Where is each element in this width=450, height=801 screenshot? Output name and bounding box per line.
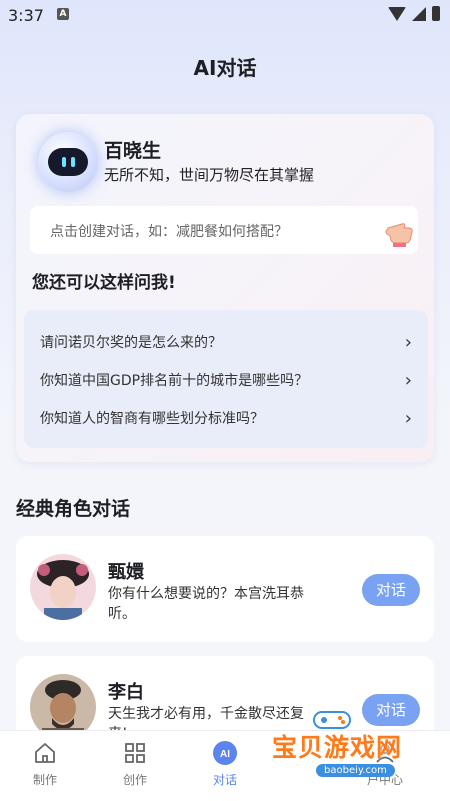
suggestion-text: 你知道中国GDP排名前十的城市是哪些吗？ — [40, 373, 309, 389]
suggestion-item[interactable]: 你知道人的智商有哪些划分标准吗？ › — [40, 400, 412, 436]
pointing-hand-icon — [385, 223, 413, 247]
signal-icon — [412, 6, 426, 21]
tab-chat[interactable]: AI 对话 — [190, 739, 260, 788]
bot-name: 百晓生 — [104, 140, 162, 162]
home-icon — [35, 743, 55, 763]
bot-avatar — [38, 132, 98, 192]
role-name: 李白 — [108, 682, 144, 703]
system-icons — [388, 6, 440, 21]
watermark: 宝贝游戏网 baobeiy.com — [272, 706, 448, 796]
chevron-right-icon: › — [404, 407, 412, 429]
suggestion-text: 你知道人的智商有哪些划分标准吗？ — [40, 411, 264, 427]
suggestion-item[interactable]: 你知道中国GDP排名前十的城市是哪些吗？ › — [40, 362, 412, 398]
avatar — [30, 554, 96, 620]
ai-assistant-card: 百晓生 无所不知，世间万物尽在其掌握 点击创建对话，如：减肥餐如何搭配？ 您还可… — [16, 114, 434, 462]
tab-label: 对话 — [212, 773, 237, 787]
create-chat-input[interactable]: 点击创建对话，如：减肥餐如何搭配？ — [30, 206, 418, 254]
classic-roles-title: 经典角色对话 — [16, 498, 131, 520]
status-bar: 3:37 A — [0, 0, 450, 32]
suggestion-text: 请问诺贝尔奖的是怎么来的？ — [40, 335, 222, 351]
suggestions-list: 请问诺贝尔奖的是怎么来的？ › 你知道中国GDP排名前十的城市是哪些吗？ › 你… — [24, 310, 428, 448]
battery-icon — [432, 6, 440, 21]
tab-label: 制作 — [32, 773, 57, 787]
wifi-icon — [388, 6, 406, 21]
chat-button[interactable]: 对话 — [362, 574, 420, 606]
role-card-zhenhuan[interactable]: 甄嬛 你有什么想要说的？本宫洗耳恭听。 对话 — [16, 536, 434, 642]
page-title: AI对话 — [193, 56, 257, 80]
svg-text:AI: AI — [220, 749, 230, 760]
watermark-text: 宝贝游戏网 — [272, 733, 403, 762]
tab-make[interactable]: 制作 — [10, 739, 80, 788]
chevron-right-icon: › — [404, 369, 412, 391]
ai-chat-icon: AI — [213, 741, 237, 765]
status-time: 3:37 — [8, 6, 44, 25]
robot-icon — [48, 148, 88, 176]
bot-tagline: 无所不知，世间万物尽在其掌握 — [104, 166, 315, 184]
app-notification-icon: A — [57, 8, 69, 20]
tab-label: 创作 — [122, 773, 147, 787]
suggestions-title: 您还可以这样问我! — [32, 273, 176, 293]
grid-icon — [125, 743, 145, 763]
role-name: 甄嬛 — [108, 562, 144, 583]
prompt-placeholder: 点击创建对话，如：减肥餐如何搭配？ — [50, 224, 288, 240]
watermark-url: baobeiy.com — [316, 764, 395, 777]
tab-create[interactable]: 创作 — [100, 739, 170, 788]
chevron-right-icon: › — [404, 331, 412, 353]
suggestion-item[interactable]: 请问诺贝尔奖的是怎么来的？ › — [40, 324, 412, 360]
role-desc: 你有什么想要说的？本宫洗耳恭听。 — [108, 586, 304, 622]
